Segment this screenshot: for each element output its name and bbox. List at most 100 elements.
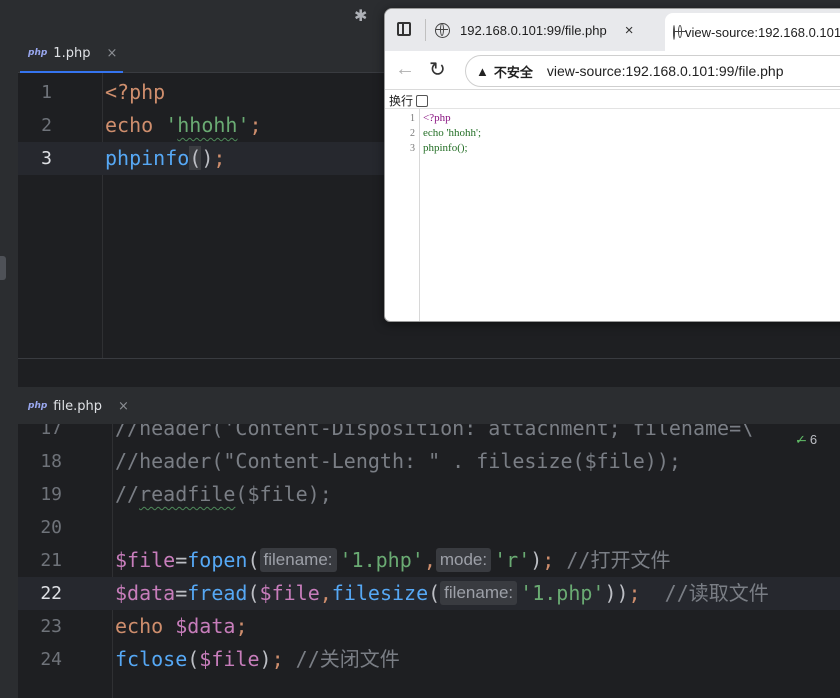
reload-icon[interactable]: ↻ (429, 57, 446, 82)
code-token: ' (165, 113, 178, 137)
code-token: ( (428, 581, 441, 605)
code-token: ; (542, 548, 567, 572)
line-number: 1 (41, 82, 52, 103)
line-number: 3 (41, 148, 52, 169)
line-number: 23 (40, 616, 62, 637)
browser-tab-title: 192.168.0.101:99/file.php (460, 22, 607, 38)
debug-bug-icon[interactable]: ✱ (354, 6, 367, 25)
code-line[interactable]: 24 fclose($file); //关闭文件 (18, 643, 840, 676)
code-text: //header('Content-Disposition: attachmen… (115, 424, 753, 445)
code-token: //打开文件 (566, 548, 671, 572)
tab-file-php[interactable]: php file.php × (20, 387, 135, 426)
globe-icon (435, 22, 450, 38)
code-token: // (115, 482, 140, 506)
tab-label: file.php (53, 398, 102, 414)
line-number: 20 (40, 517, 62, 538)
source-token: phpinfo(); (423, 142, 468, 154)
code-token: //读取文件 (664, 581, 769, 605)
security-status[interactable]: 不安全 (494, 62, 533, 81)
source-token: <?php (423, 112, 451, 124)
browser-window: 192.168.0.101:99/file.php × view-source:… (384, 8, 840, 322)
editor-split-divider[interactable] (18, 358, 840, 387)
browser-tab-strip: 192.168.0.101:99/file.php × view-source:… (385, 9, 840, 51)
close-tab-icon[interactable]: × (625, 22, 634, 39)
code-line[interactable]: 21 $file=fopen(filename: '1.php', mode:'r')… (18, 544, 840, 577)
bottom-editor-tabbar: php file.php × (18, 387, 840, 426)
code-token: ( (247, 581, 260, 605)
parameter-hint: filename: (259, 548, 337, 572)
code-line[interactable]: 17 //header('Content-Disposition: attachm… (18, 424, 840, 445)
line-number: 2 (41, 115, 52, 136)
source-line-number: 1 (410, 113, 415, 124)
check-icon: ✓̶ (795, 432, 806, 447)
globe-icon (673, 24, 686, 40)
line-wrap-toggle[interactable]: 换行 (389, 92, 429, 109)
code-token: = (175, 548, 188, 572)
bottom-code-editor[interactable]: 17 //header('Content-Disposition: attachm… (18, 424, 840, 698)
php-file-icon: php (28, 401, 48, 411)
code-token: echo (115, 614, 176, 638)
close-tab-icon[interactable]: × (118, 399, 129, 414)
source-text: phpinfo(); (423, 141, 468, 156)
code-token: readfile (139, 482, 236, 506)
code-line[interactable]: 19 //readfile($file); (18, 478, 840, 511)
code-token: echo (105, 113, 166, 137)
tab-separator (425, 19, 426, 41)
code-text: $data=fread($file,filesize(filename: '1.p… (115, 577, 769, 610)
code-line[interactable]: 23 echo $data; (18, 610, 840, 643)
code-token: , (423, 548, 436, 572)
code-token: ; (213, 146, 226, 170)
code-token: , (319, 581, 332, 605)
code-token: ( (187, 647, 200, 671)
browser-tab-title: view-source:192.168.0.101:99/file.php (685, 24, 840, 40)
browser-tab-file-php[interactable]: 192.168.0.101:99/file.php × (435, 9, 634, 51)
line-number: 19 (40, 484, 62, 505)
code-line[interactable]: 18 //header("Content-Length: " . filesize… (18, 445, 840, 478)
code-token: //header('Content-Disposition: attachmen… (115, 424, 754, 440)
code-text: //header("Content-Length: " . filesize($… (115, 445, 681, 478)
code-token: $data (175, 614, 236, 638)
tab-1-php[interactable]: php 1.php × (20, 34, 124, 73)
code-token: $file (115, 548, 176, 572)
code-token: ; (628, 581, 665, 605)
line-wrap-checkbox[interactable] (416, 94, 429, 107)
close-tab-icon[interactable]: × (106, 46, 117, 61)
code-token: ) (530, 548, 543, 572)
code-token: filesize (331, 581, 429, 605)
source-token: echo 'hhohh'; (423, 127, 482, 139)
code-token: //关闭文件 (295, 647, 400, 671)
inspection-widget[interactable]: ✓̶ 6 (795, 432, 817, 448)
code-token: hhohh (177, 113, 238, 137)
address-bar[interactable]: ▲ 不安全 view-source:192.168.0.101:99/file.… (465, 55, 840, 87)
code-token: <?php (105, 80, 166, 104)
code-token: fclose (115, 647, 188, 671)
line-number: 18 (40, 451, 62, 472)
parameter-hint: mode: (435, 548, 492, 572)
tab-label: 1.php (53, 45, 91, 61)
back-arrow-icon[interactable]: ← (395, 58, 415, 81)
line-number: 21 (40, 550, 62, 571)
code-token: ($file); (235, 482, 332, 506)
code-text: //readfile($file); (115, 478, 332, 511)
code-token: ; (249, 113, 262, 137)
scroll-handle[interactable] (0, 256, 6, 280)
code-token: fopen (187, 548, 248, 572)
code-line[interactable]: 22 $data=fread($file,filesize(filename: '1… (18, 577, 840, 610)
line-wrap-label: 换行 (389, 94, 414, 108)
code-token: )) (604, 581, 629, 605)
ide-left-toolbar (0, 34, 18, 698)
code-token: phpinfo (105, 146, 190, 170)
browser-tab-view-source[interactable]: view-source:192.168.0.101:99/file.php (665, 13, 840, 51)
source-line: 3 phpinfo(); (385, 141, 840, 156)
sidebar-toggle-icon[interactable] (397, 22, 411, 36)
code-text: echo $data; (115, 610, 247, 643)
source-text: <?php (423, 111, 451, 126)
code-token: ; (271, 647, 296, 671)
code-token: $file (259, 581, 320, 605)
source-text: echo 'hhohh'; (423, 126, 481, 141)
code-text: phpinfo(); (105, 142, 225, 175)
line-number: 17 (40, 424, 62, 439)
warning-icon: ▲ (476, 63, 489, 79)
code-line[interactable]: 20 (18, 511, 840, 544)
code-token: '1.php' (520, 581, 605, 605)
